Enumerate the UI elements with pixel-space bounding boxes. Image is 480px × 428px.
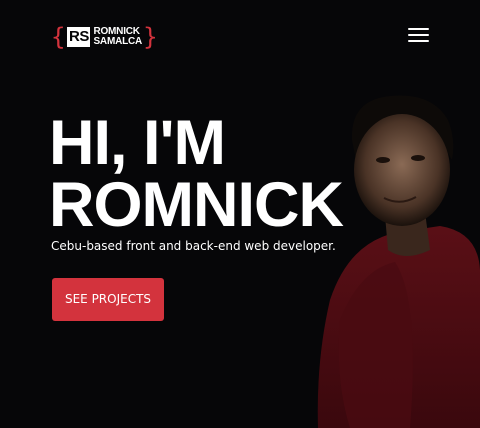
logo-brace-left: { bbox=[51, 23, 66, 51]
site-logo[interactable]: { RS ROMNICK SAMALCA } bbox=[51, 24, 158, 50]
headline-line2: ROMNICK bbox=[49, 170, 344, 240]
logo-name-line2: SAMALCA bbox=[93, 36, 143, 47]
hero-section: { RS ROMNICK SAMALCA } HI, I'M ROMNICK C… bbox=[0, 0, 480, 428]
logo-brace-right: } bbox=[143, 23, 158, 51]
hamburger-menu-icon[interactable] bbox=[408, 28, 430, 46]
logo-monogram: RS bbox=[67, 27, 91, 47]
hero-tagline: Cebu-based front and back-end web develo… bbox=[51, 239, 336, 253]
hero-headline: HI, I'M ROMNICK bbox=[49, 108, 344, 240]
see-projects-button[interactable]: SEE PROJECTS bbox=[52, 278, 164, 321]
logo-name: ROMNICK SAMALCA bbox=[93, 27, 142, 47]
headline-line1: HI, I'M bbox=[49, 108, 226, 178]
